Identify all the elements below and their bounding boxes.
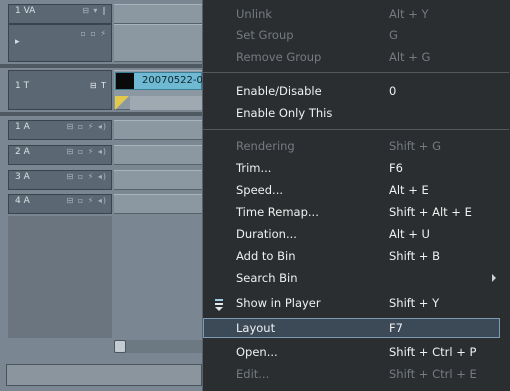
track-header-1a[interactable]: 1 A ⊟ ▫ ⚡ ◂)	[8, 120, 112, 140]
menu-item-label: Open...	[236, 345, 278, 359]
track-lock-icon[interactable]: ⊟ ▾ ∥	[82, 6, 107, 15]
track-header-1t[interactable]: 1 T ⊟ T	[8, 70, 112, 110]
track-name: 1 T	[15, 81, 30, 91]
menu-item-shortcut: Shift + Ctrl + P	[389, 345, 477, 359]
menu-item-shortcut: Shift + B	[389, 249, 440, 263]
menu-item-label: Enable Only This	[236, 106, 333, 120]
menu-item-show-in-player[interactable]: Show in Player Shift + Y	[203, 293, 509, 313]
menu-item-set-group[interactable]: Set Group G	[203, 25, 509, 45]
menu-item-edit[interactable]: Edit... Shift + Ctrl + E	[203, 364, 509, 384]
menu-item-label: Search Bin	[236, 271, 298, 285]
menu-item-time-remap[interactable]: Time Remap... Shift + Alt + E	[203, 202, 509, 222]
show-in-player-icon	[215, 297, 223, 311]
menu-item-label: Show in Player	[236, 296, 321, 310]
submenu-arrow-icon	[492, 274, 496, 282]
track-divider	[0, 112, 202, 116]
track-lane-1a[interactable]	[114, 120, 202, 140]
track-audio-icon[interactable]: ⊟ ▫ ⚡ ◂)	[66, 147, 107, 156]
track-audio-icon[interactable]: ⊟ ▫ ⚡ ◂)	[66, 196, 107, 205]
menu-item-shortcut: F6	[389, 161, 403, 175]
track-lane-3a[interactable]	[114, 170, 202, 190]
menu-item-search-bin[interactable]: Search Bin	[203, 268, 509, 288]
track-audio-icon[interactable]: ⊟ ▫ ⚡ ◂)	[66, 122, 107, 131]
track-name: 2 A	[15, 147, 30, 157]
menu-item-enable-disable[interactable]: Enable/Disable 0	[203, 81, 509, 101]
context-menu: Unlink Alt + Y Set Group G Remove Group …	[202, 0, 510, 391]
clip-lower-stripe	[130, 96, 202, 110]
track-header-1va-sub[interactable]: ▸ ▫ ▫ ⚡	[8, 24, 112, 62]
expand-arrow-icon[interactable]: ▸	[15, 37, 20, 47]
track-lane-1va[interactable]	[114, 4, 202, 24]
menu-item-label: Time Remap...	[236, 205, 319, 219]
menu-item-trim[interactable]: Trim... F6	[203, 158, 509, 178]
track-header-2a[interactable]: 2 A ⊟ ▫ ⚡ ◂)	[8, 145, 112, 165]
timeline-bottom-bar	[6, 364, 202, 386]
track-audio-icon[interactable]: ⊟ ▫ ⚡ ◂)	[66, 172, 107, 181]
menu-item-shortcut: Shift + Ctrl + E	[389, 367, 477, 381]
menu-item-layout[interactable]: Layout F7	[203, 318, 509, 338]
menu-item-shortcut: Alt + G	[389, 50, 431, 64]
menu-item-shortcut: F7	[389, 321, 403, 335]
timeline-scrollbar[interactable]	[114, 340, 202, 353]
menu-item-label: Rendering	[236, 139, 295, 153]
track-header-1va[interactable]: 1 VA ⊟ ▾ ∥	[8, 4, 112, 24]
track-header-4a[interactable]: 4 A ⊟ ▫ ⚡ ◂)	[8, 194, 112, 214]
menu-item-duration[interactable]: Duration... Alt + U	[203, 224, 509, 244]
track-header-3a[interactable]: 3 A ⊟ ▫ ⚡ ◂)	[8, 170, 112, 190]
menu-item-shortcut: G	[389, 28, 398, 42]
track-lane-2a[interactable]	[114, 145, 202, 165]
menu-item-open[interactable]: Open... Shift + Ctrl + P	[203, 342, 509, 362]
track-lane-1va-sub[interactable]	[114, 24, 202, 62]
menu-item-add-to-bin[interactable]: Add to Bin Shift + B	[203, 246, 509, 266]
menu-separator	[203, 129, 509, 130]
menu-item-label: Unlink	[236, 7, 273, 21]
menu-item-speed[interactable]: Speed... Alt + E	[203, 180, 509, 200]
menu-item-enable-only-this[interactable]: Enable Only This	[203, 103, 509, 123]
menu-item-shortcut: Shift + Alt + E	[389, 205, 472, 219]
clip-thumbnail	[116, 73, 134, 89]
menu-item-label: Layout	[236, 321, 276, 335]
track-name: 3 A	[15, 172, 30, 182]
menu-separator	[203, 72, 509, 73]
menu-item-label: Edit...	[236, 367, 270, 381]
menu-item-shortcut: Alt + U	[389, 227, 430, 241]
track-name: 4 A	[15, 196, 30, 206]
menu-item-rendering[interactable]: Rendering Shift + G	[203, 136, 509, 156]
track-name: 1 A	[15, 122, 30, 132]
menu-item-label: Duration...	[236, 227, 297, 241]
track-audio-icon[interactable]: ▫ ▫ ⚡	[80, 29, 107, 38]
menu-item-label: Trim...	[236, 161, 272, 175]
timeline-scroll-thumb[interactable]	[114, 340, 126, 353]
track-header-empty-area	[8, 216, 112, 338]
menu-item-shortcut: 0	[389, 84, 397, 98]
track-lane-4a[interactable]	[114, 194, 202, 214]
menu-item-unlink[interactable]: Unlink Alt + Y	[203, 4, 509, 24]
menu-item-shortcut: Shift + G	[389, 139, 441, 153]
menu-item-label: Add to Bin	[236, 249, 296, 263]
clip-marker-icon	[115, 96, 129, 110]
menu-item-label: Speed...	[236, 183, 284, 197]
menu-item-shortcut: Alt + E	[389, 183, 429, 197]
menu-item-shortcut: Shift + Y	[389, 296, 440, 310]
timeline-panel: 1 VA ⊟ ▾ ∥ ▸ ▫ ▫ ⚡ 1 T ⊟ T 20070522-0 1 …	[0, 0, 202, 391]
track-name: 1 VA	[15, 6, 36, 16]
title-track-icon[interactable]: ⊟ T	[90, 81, 107, 90]
menu-item-label: Enable/Disable	[236, 84, 322, 98]
menu-item-label: Set Group	[236, 28, 294, 42]
menu-item-remove-group[interactable]: Remove Group Alt + G	[203, 47, 509, 67]
menu-item-shortcut: Alt + Y	[389, 7, 429, 21]
track-divider	[0, 64, 202, 68]
menu-item-label: Remove Group	[236, 50, 322, 64]
